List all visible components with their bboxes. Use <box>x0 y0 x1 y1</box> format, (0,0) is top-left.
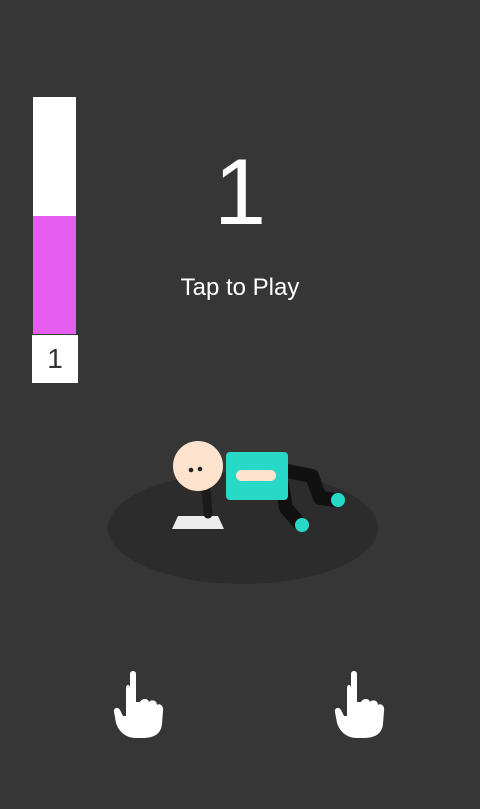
push-up-block <box>172 516 224 529</box>
player-arm <box>201 481 213 519</box>
player-torso <box>226 452 288 500</box>
player-head <box>173 441 223 491</box>
left-tap-hand-icon[interactable] <box>112 668 164 740</box>
right-tap-hand-icon[interactable] <box>333 668 385 740</box>
game-scene[interactable] <box>0 0 480 809</box>
